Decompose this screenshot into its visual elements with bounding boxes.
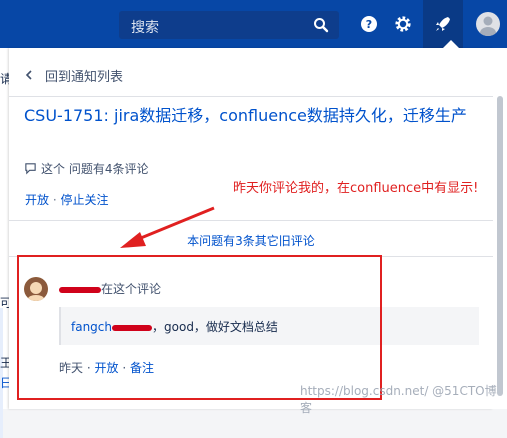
issue-title-link[interactable]: CSU-1751: jira数据迁移，confluence数据持久化，迁移生产 <box>24 105 479 127</box>
comment-count: 这个 问题有4条评论 <box>24 160 148 177</box>
svg-text:?: ? <box>366 18 372 31</box>
separator: · <box>52 193 57 207</box>
gear-icon[interactable] <box>391 12 415 36</box>
search-box[interactable]: 搜索 <box>119 11 339 39</box>
background-highlight <box>0 308 3 438</box>
back-label: 回到通知列表 <box>45 70 124 85</box>
search-icon[interactable] <box>313 17 329 33</box>
watermark: https://blog.csdn.net/ @51CTO博客 <box>300 384 497 415</box>
older-comments-link[interactable]: 本问题有3条其它旧评论 <box>9 232 493 249</box>
annotation-highlight-box <box>17 255 382 400</box>
open-link[interactable]: 开放 <box>25 193 49 207</box>
comment-count-text: 这个 问题有4条评论 <box>41 162 149 176</box>
chevron-left-icon <box>25 70 32 80</box>
back-to-list-link[interactable]: 回到通知列表 <box>23 66 123 85</box>
scrollbar-thumb[interactable] <box>497 96 503 396</box>
stop-watching-link[interactable]: 停止关注 <box>61 193 109 207</box>
issue-actions: 开放 · 停止关注 <box>25 191 109 208</box>
rocket-icon <box>436 17 450 31</box>
search-input[interactable]: 搜索 <box>131 17 159 37</box>
help-icon[interactable]: ? <box>357 12 381 36</box>
annotation-text: 昨天你评论我的，在confluence中有显示! <box>233 181 479 196</box>
panel-caret <box>443 40 459 48</box>
comment-bubble-icon <box>25 163 36 175</box>
user-avatar-icon[interactable] <box>476 12 500 36</box>
divider <box>9 220 493 221</box>
divider <box>9 96 493 97</box>
top-navigation-bar: 搜索 ? <box>0 0 507 48</box>
